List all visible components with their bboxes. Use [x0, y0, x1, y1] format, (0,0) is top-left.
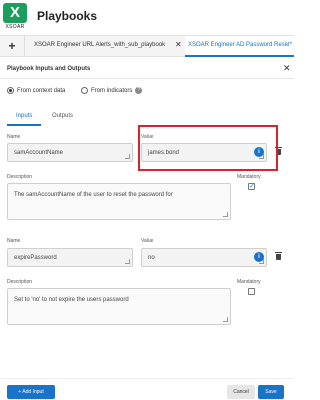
description-label: Description	[7, 279, 33, 285]
playbook-tabs: + XSOAR Engineer URL Alerts_with_sub_pla…	[0, 35, 294, 57]
xsoar-logo: X XSOAR	[3, 3, 27, 31]
description-label: Description	[7, 174, 33, 180]
resize-handle-icon[interactable]	[223, 212, 228, 217]
name-label: Name	[7, 238, 21, 244]
tab-ad-password-reset[interactable]: XSOAR Engineer AD Password Reset*	[185, 36, 294, 57]
radio-label: From context data	[17, 88, 66, 95]
name-value: expirePassword	[14, 255, 57, 261]
cancel-button[interactable]: Cancel	[227, 385, 255, 399]
radio-label: From indicators	[91, 88, 133, 95]
logo-badge: X	[3, 3, 27, 23]
value-label: Value	[141, 238, 154, 244]
value-text: no	[148, 255, 155, 261]
name-label: Name	[7, 134, 21, 140]
delete-input-icon[interactable]	[275, 252, 282, 260]
name-value: samAccountName	[14, 150, 64, 156]
description-field[interactable]: Set to 'no' to not expire the users pass…	[7, 288, 231, 325]
app-header: X XSOAR Playbooks	[0, 0, 294, 35]
mandatory-checkbox[interactable]	[248, 182, 255, 190]
tab-label: XSOAR Engineer URL Alerts_with_sub_playb…	[34, 42, 166, 48]
close-panel-icon[interactable]: ✕	[283, 63, 291, 74]
resize-handle-icon[interactable]	[125, 154, 130, 159]
resize-handle-icon[interactable]	[223, 317, 228, 322]
name-field[interactable]: expirePassword	[7, 248, 133, 267]
panel-footer: + Add Input Cancel Save	[0, 378, 294, 400]
mandatory-label: Mandatory	[237, 279, 261, 285]
save-button[interactable]: Save	[258, 385, 284, 399]
radio-from-indicators[interactable]: From indicators?	[81, 87, 143, 95]
description-text: The samAccountName of the user to reset …	[14, 192, 173, 198]
divider	[0, 78, 294, 79]
help-icon[interactable]: ?	[135, 87, 143, 94]
logo-letter: X	[9, 4, 20, 21]
tab-inputs[interactable]: Inputs	[16, 113, 32, 119]
radio-unselected-icon	[81, 87, 88, 94]
radio-from-context-data[interactable]: From context data	[7, 87, 65, 94]
tab-outputs[interactable]: Outputs	[52, 113, 73, 119]
close-tab-icon[interactable]: ✕	[175, 40, 182, 49]
value-field[interactable]: no	[141, 248, 267, 267]
tab-url-alerts[interactable]: XSOAR Engineer URL Alerts_with_sub_playb…	[25, 36, 185, 56]
description-field[interactable]: The samAccountName of the user to reset …	[7, 183, 231, 220]
radio-selected-icon	[7, 87, 14, 94]
resize-handle-icon[interactable]	[125, 259, 130, 264]
logo-text: XSOAR	[5, 24, 25, 30]
mandatory-checkbox[interactable]	[248, 288, 255, 295]
description-text: Set to 'no' to not expire the users pass…	[14, 297, 129, 303]
tab-label: XSOAR Engineer AD Password Reset*	[188, 42, 293, 48]
info-icon[interactable]: i	[254, 252, 264, 262]
add-input-button[interactable]: + Add Input	[7, 385, 55, 399]
panel-title: Playbook Inputs and Outputs	[7, 66, 91, 72]
highlight-box	[138, 125, 278, 171]
playbooks-page: X XSOAR Playbooks + XSOAR Engineer URL A…	[0, 0, 294, 400]
name-field[interactable]: samAccountName	[7, 143, 133, 162]
mandatory-label: Mandatory	[237, 174, 261, 180]
page-title: Playbooks	[37, 9, 98, 23]
active-tab-underline	[7, 124, 41, 126]
add-tab-button[interactable]: +	[0, 36, 25, 56]
